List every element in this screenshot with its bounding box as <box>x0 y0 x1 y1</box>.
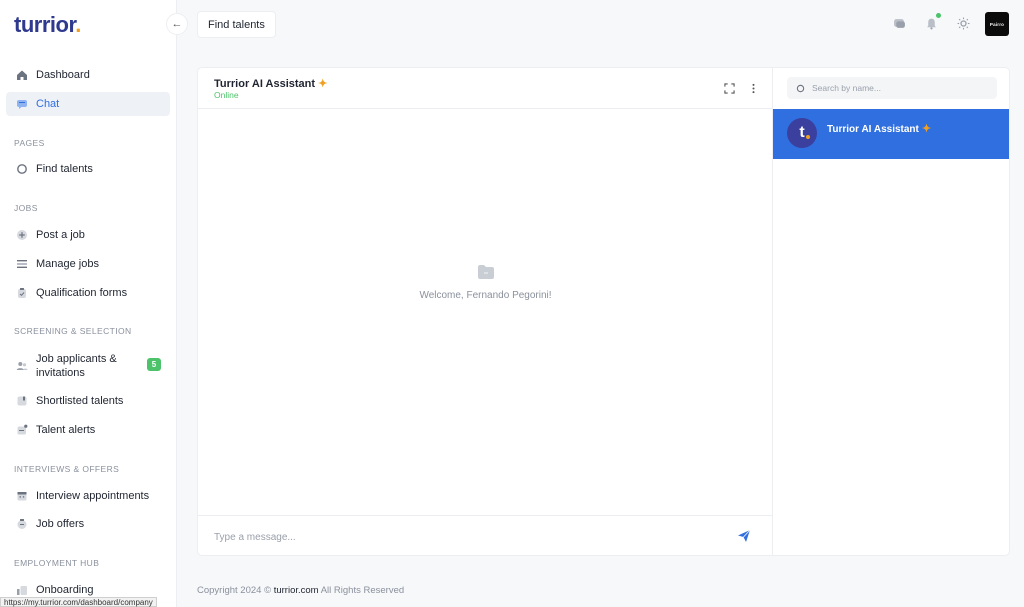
conversation-pane: Turrior AI Assistant ✦ Online Welcome, Fe… <box>198 68 773 555</box>
sidebar-item-dashboard[interactable]: Dashboard <box>6 63 170 87</box>
offer-icon <box>16 518 28 530</box>
section-label-interviews: INTERVIEWS & OFFERS <box>14 464 120 474</box>
sidebar-item-label: Shortlisted talents <box>36 395 124 407</box>
notifications-icon[interactable] <box>924 13 941 30</box>
section-label-jobs: JOBS <box>14 203 38 213</box>
list-icon <box>16 258 28 270</box>
notification-indicator <box>936 13 941 18</box>
sidebar-item-job-offers[interactable]: Job offers <box>6 512 170 536</box>
tab-find-talents[interactable]: Find talents <box>197 11 276 38</box>
contact-search[interactable] <box>787 77 997 99</box>
calendar-icon <box>16 490 28 502</box>
fullscreen-icon[interactable] <box>723 82 735 94</box>
applicants-count-badge: 5 <box>147 358 161 371</box>
home-icon <box>16 69 28 81</box>
sidebar-item-job-applicants[interactable]: Job applicants & invitations 5 <box>6 350 170 382</box>
sparkle-icon: ✦ <box>921 123 932 135</box>
company-avatar[interactable]: Pairro <box>985 12 1009 36</box>
contacts-pane: t Turrior AI Assistant✦ <box>773 68 1009 555</box>
search-icon <box>796 84 805 92</box>
welcome-message: Welcome, Fernando Pegorini! <box>419 290 552 301</box>
users-icon <box>16 360 28 372</box>
sidebar: turrior. Dashboard Chat PAGES Find talen… <box>0 0 177 607</box>
sidebar-item-label: Interview appointments <box>36 490 150 502</box>
folder-icon <box>477 265 494 279</box>
sidebar-item-qualification-forms[interactable]: Qualification forms <box>6 281 170 305</box>
sidebar-item-chat[interactable]: Chat <box>6 92 170 116</box>
contact-item[interactable]: t Turrior AI Assistant ✦ <box>773 109 1009 159</box>
more-options-icon[interactable] <box>747 82 759 94</box>
plus-circle-icon <box>16 229 28 241</box>
collapse-sidebar-button[interactable]: ← <box>166 13 188 35</box>
send-icon <box>738 529 751 542</box>
section-label-pages: PAGES <box>14 138 45 148</box>
sidebar-item-manage-jobs[interactable]: Manage jobs <box>6 252 170 276</box>
messages-icon[interactable] <box>892 16 906 30</box>
theme-toggle-icon[interactable] <box>956 16 970 30</box>
sidebar-item-shortlisted-talents[interactable]: Shortlisted talents <box>6 389 170 413</box>
send-button[interactable] <box>736 528 752 544</box>
bell-icon <box>16 424 28 436</box>
sidebar-item-label: Chat <box>36 98 60 110</box>
footer: Copyright 2024 © turrior.com All Rights … <box>197 585 405 596</box>
clipboard-icon <box>16 287 28 299</box>
message-input[interactable] <box>214 528 714 546</box>
sidebar-item-label: Find talents <box>36 163 93 175</box>
chat-icon <box>16 98 28 110</box>
contact-avatar: t <box>787 118 817 148</box>
chat-header: Turrior AI Assistant ✦ Online <box>198 68 772 109</box>
sidebar-item-label: Job offers <box>36 518 85 530</box>
sidebar-item-label: Talent alerts <box>36 424 96 436</box>
sidebar-item-post-a-job[interactable]: Post a job <box>6 223 170 247</box>
sidebar-item-label: Onboarding <box>36 584 94 596</box>
search-icon <box>16 163 28 175</box>
chat-title: Turrior AI Assistant ✦ <box>214 78 328 90</box>
contact-name: Turrior AI Assistant ✦ <box>827 123 932 135</box>
sidebar-item-label: Job applicants & invitations <box>36 353 117 379</box>
empty-state: Welcome, Fernando Pegorini! <box>198 264 773 301</box>
browser-status-url: https://my.turrior.com/dashboard/company <box>0 597 157 607</box>
bookmark-icon <box>16 395 28 407</box>
sidebar-item-label: Qualification forms <box>36 287 128 299</box>
sidebar-item-find-talents[interactable]: Find talents <box>6 157 170 181</box>
sparkle-icon: ✦ <box>318 78 328 90</box>
sidebar-item-talent-alerts[interactable]: Talent alerts <box>6 418 170 442</box>
search-input[interactable] <box>812 83 992 93</box>
sidebar-item-label: Dashboard <box>36 69 90 81</box>
section-label-employment-hub: EMPLOYMENT HUB <box>14 558 100 568</box>
sidebar-item-label: Manage jobs <box>36 258 99 270</box>
chat-panel: Turrior AI Assistant ✦ Online Welcome, Fe… <box>197 67 1010 556</box>
message-composer <box>198 515 773 555</box>
section-label-screening: SCREENING & SELECTION <box>14 326 132 336</box>
sidebar-item-label: Post a job <box>36 229 85 241</box>
onboarding-icon <box>16 584 28 596</box>
online-status: Online <box>214 90 239 100</box>
footer-site-link[interactable]: turrior.com <box>274 585 319 596</box>
sidebar-item-interview-appointments[interactable]: Interview appointments <box>6 484 170 508</box>
turrior-logo[interactable]: turrior. <box>14 12 81 38</box>
